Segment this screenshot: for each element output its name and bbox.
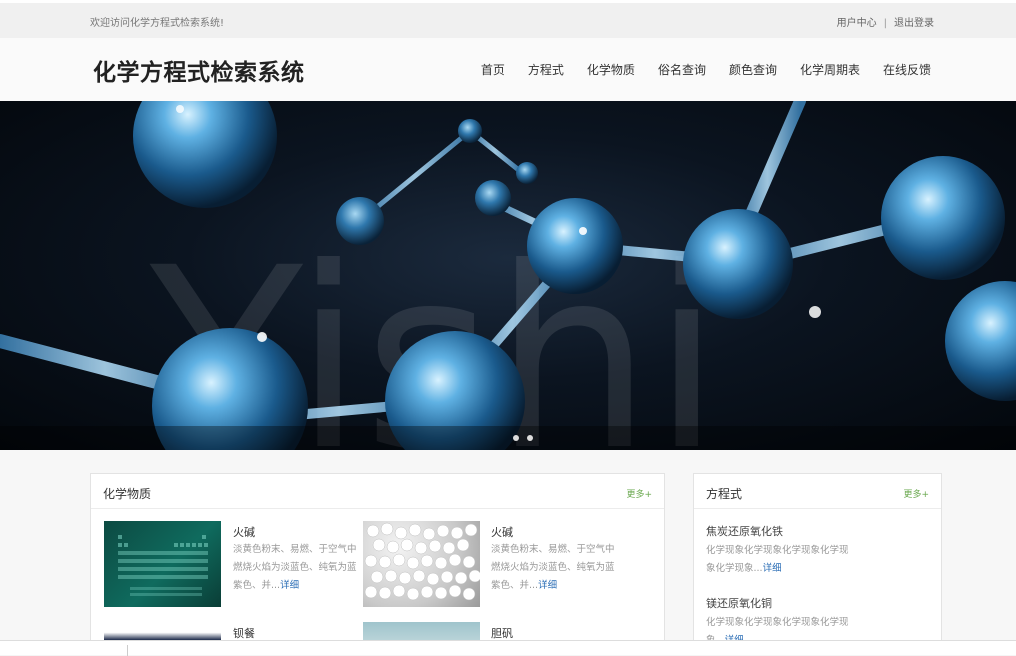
substance-thumb-periodic-table[interactable]: [104, 521, 221, 607]
substance-name[interactable]: 钡餐: [233, 625, 255, 641]
substance-name[interactable]: 火碱: [491, 524, 513, 540]
content-area: 化学物质 更多+ 火碱 淡黄色粉末、易燃、于空气中燃烧火焰为淡蓝色、纯氧为蓝紫色…: [0, 450, 1016, 655]
substance-name[interactable]: 胆矾: [491, 625, 513, 641]
substances-more-link[interactable]: 更多+: [626, 487, 652, 500]
nav-periodic-table[interactable]: 化学周期表: [800, 61, 860, 78]
substance-desc: 淡黄色粉末、易燃、于空气中燃烧火焰为淡蓝色、纯氧为蓝紫色、并...详细: [491, 541, 621, 595]
white-beads-image: [364, 522, 480, 601]
equation-desc: 化学现象化学现象化学现象化学现象化学现象...详细: [706, 542, 856, 578]
equation-name[interactable]: 焦炭还原氧化铁: [706, 523, 783, 539]
top-bar: 欢迎访问化学方程式检索系统! 用户中心 | 退出登录: [0, 0, 1016, 38]
substances-panel-title: 化学物质: [103, 487, 152, 501]
equations-panel: 方程式 更多+ 焦炭还原氧化铁 化学现象化学现象化学现象化学现象化学现象...详…: [693, 473, 942, 653]
periodic-table-image: [118, 535, 208, 596]
bottom-bar: [0, 640, 1016, 656]
substance-detail-link[interactable]: 详细: [538, 580, 557, 591]
slide-dot-2[interactable]: [527, 435, 533, 441]
main-nav: 首页 方程式 化学物质 俗名查询 颜色查询 化学周期表 在线反馈: [481, 61, 931, 78]
nav-feedback[interactable]: 在线反馈: [883, 61, 931, 78]
equations-panel-header: 方程式 更多+: [694, 474, 941, 509]
substance-desc: 淡黄色粉末、易燃、于空气中燃烧火焰为淡蓝色、纯氧为蓝紫色、并...详细: [233, 541, 363, 595]
nav-equations[interactable]: 方程式: [528, 61, 564, 78]
welcome-text: 欢迎访问化学方程式检索系统!: [90, 18, 225, 29]
substance-detail-link[interactable]: 详细: [280, 580, 299, 591]
substances-panel-header: 化学物质 更多+: [91, 474, 664, 509]
substance-name[interactable]: 火碱: [233, 524, 255, 540]
bottom-divider: [127, 645, 128, 656]
equation-name[interactable]: 镁还原氧化铜: [706, 595, 772, 611]
user-center-link[interactable]: 用户中心: [837, 18, 877, 29]
substances-panel: 化学物质 更多+ 火碱 淡黄色粉末、易燃、于空气中燃烧火焰为淡蓝色、纯氧为蓝紫色…: [90, 473, 665, 653]
hero-banner[interactable]: Yishi: [0, 101, 1016, 450]
equation-detail-link[interactable]: 详细: [763, 563, 782, 574]
hero-caption-band: [0, 426, 1016, 450]
link-separator: |: [883, 18, 887, 29]
site-header: 化学方程式检索系统 首页 方程式 化学物质 俗名查询 颜色查询 化学周期表 在线…: [0, 38, 1016, 101]
equations-more-link[interactable]: 更多+: [903, 487, 929, 500]
nav-common-names[interactable]: 俗名查询: [658, 61, 706, 78]
equations-panel-title: 方程式: [706, 487, 743, 501]
substance-thumb-white-beads[interactable]: [363, 521, 480, 607]
nav-substances[interactable]: 化学物质: [587, 61, 635, 78]
nav-color-query[interactable]: 颜色查询: [729, 61, 777, 78]
slide-dot-1[interactable]: [513, 435, 519, 441]
site-title[interactable]: 化学方程式检索系统: [93, 53, 305, 87]
nav-home[interactable]: 首页: [481, 61, 505, 78]
molecule-illustration: Yishi: [0, 101, 1016, 450]
logout-link[interactable]: 退出登录: [894, 18, 934, 29]
account-links: 用户中心 | 退出登录: [837, 14, 934, 29]
